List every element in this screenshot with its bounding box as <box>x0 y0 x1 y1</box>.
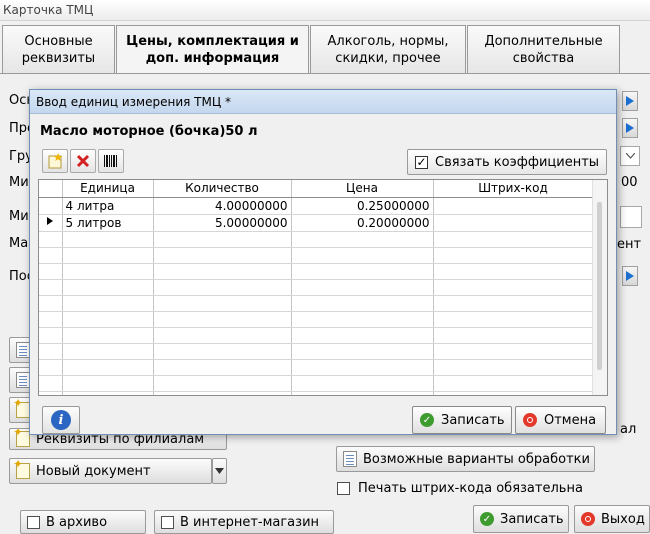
new-document-icon <box>13 457 30 479</box>
table-icon <box>343 451 357 467</box>
processing-variants-label: Возможные варианты обработки <box>363 451 590 467</box>
tab-main-requisites[interactable]: Основные реквизиты <box>2 25 115 73</box>
bg-label-fragment: Ми <box>9 175 29 190</box>
info-icon: i <box>51 410 71 430</box>
checkbox-checked[interactable]: ✓ <box>415 155 428 169</box>
table-header-row: Единица Количество Цена Штрих-код <box>39 180 594 198</box>
current-row-marker <box>39 214 63 232</box>
table-row[interactable]: 5 литров 5.00000000 0.20000000 <box>39 214 594 232</box>
row-marker <box>39 197 63 215</box>
edit-icon <box>13 396 30 418</box>
bg-label-fragment: ал <box>620 422 637 437</box>
dropdown-button[interactable] <box>620 146 640 166</box>
barcode-required-label: Печать штрих-кода обязательна <box>358 481 583 496</box>
checkbox-box[interactable] <box>337 482 350 495</box>
cell-price[interactable]: 0.25000000 <box>291 197 434 215</box>
cancel-label: Отмена <box>544 412 597 428</box>
window-title: Карточка ТМЦ <box>0 0 650 21</box>
exit-button[interactable]: Выход <box>574 505 650 533</box>
cell-barcode[interactable] <box>433 197 594 215</box>
online-store-checkbox[interactable] <box>161 515 174 529</box>
empty-row <box>39 247 594 264</box>
bg-input-fragment[interactable] <box>620 206 642 228</box>
new-document-label: Новый документ <box>36 463 151 479</box>
cell-barcode[interactable] <box>433 214 594 232</box>
units-table[interactable]: Единица Количество Цена Штрих-код 4 литр… <box>38 179 608 396</box>
column-header-unit[interactable]: Единица <box>62 180 154 198</box>
info-button[interactable]: i <box>42 406 80 434</box>
row-marker-header <box>39 180 63 198</box>
barcode-required-checkbox[interactable]: Печать штрих-кода обязательна <box>337 481 583 496</box>
empty-row <box>39 263 594 280</box>
tab-prices-assembly[interactable]: Цены, комплектация и доп. информация <box>116 25 309 73</box>
exit-label: Выход <box>601 511 645 527</box>
cancel-icon <box>523 413 537 427</box>
barcode-button[interactable] <box>98 149 124 173</box>
online-store-label: В интернет-магазин <box>180 514 320 530</box>
cell-price[interactable]: 0.20000000 <box>291 214 434 232</box>
column-header-barcode[interactable]: Штрих-код <box>433 180 594 198</box>
delete-row-button[interactable] <box>70 149 96 173</box>
archive-label: В архиво <box>46 514 108 530</box>
vertical-scrollbar[interactable] <box>592 180 607 395</box>
column-header-price[interactable]: Цена <box>291 180 434 198</box>
empty-row <box>39 375 594 392</box>
list-icon <box>16 342 30 358</box>
bg-label-fragment: ент <box>617 237 642 252</box>
save-label: Записать <box>441 412 505 428</box>
bg-value-fragment: 00 <box>621 175 638 190</box>
bg-label-fragment: Ми <box>9 209 29 224</box>
tab-additional-properties[interactable]: Дополнительные свойства <box>467 25 620 73</box>
empty-row <box>39 231 594 248</box>
cell-unit[interactable]: 5 литров <box>62 214 154 232</box>
table-row[interactable]: 4 литра 4.00000000 0.25000000 <box>39 197 594 215</box>
bg-save-label: Записать <box>500 511 564 527</box>
new-document-dropdown[interactable] <box>212 458 227 484</box>
current-row-icon <box>47 217 54 225</box>
units-dialog: Ввод единиц измерения ТМЦ * Масло моторн… <box>29 89 617 435</box>
delete-icon <box>76 154 90 168</box>
tab-alcohol-norms[interactable]: Алкоголь, нормы, скидки, прочее <box>310 25 466 73</box>
scrollbar-thumb[interactable] <box>597 202 602 370</box>
empty-row <box>39 359 594 376</box>
empty-row <box>39 343 594 360</box>
archive-checkbox[interactable] <box>27 515 40 529</box>
add-row-button[interactable] <box>42 149 68 173</box>
new-document-button[interactable]: Новый документ <box>9 457 212 484</box>
product-name: Масло моторное (бочка)50 л <box>40 124 258 139</box>
chevron-right-icon <box>626 271 634 281</box>
save-button[interactable]: ✓ Записать <box>412 406 512 434</box>
archive-button[interactable]: В архиво <box>20 510 146 534</box>
link-coefficients-label: Связать коэффициенты <box>435 154 600 170</box>
bg-save-button[interactable]: ✓ Записать <box>473 505 569 533</box>
caret-down-icon <box>215 468 224 474</box>
bg-label-fragment: Ма <box>9 236 29 251</box>
cell-quantity[interactable]: 5.00000000 <box>153 214 292 232</box>
ok-icon: ✓ <box>420 413 434 427</box>
chevron-right-icon <box>626 123 634 133</box>
empty-row <box>39 327 594 344</box>
online-store-button[interactable]: В интернет-магазин <box>154 510 334 534</box>
chevron-right-icon <box>626 96 634 106</box>
chevron-down-icon <box>625 153 635 159</box>
tab-divider <box>0 73 650 74</box>
processing-variants-button[interactable]: Возможные варианты обработки <box>336 446 595 472</box>
empty-row <box>39 279 594 296</box>
grid-icon <box>16 372 30 388</box>
cancel-button[interactable]: Отмена <box>515 406 606 434</box>
new-row-icon <box>48 153 63 169</box>
cell-quantity[interactable]: 4.00000000 <box>153 197 292 215</box>
empty-row <box>39 311 594 328</box>
empty-row <box>39 391 594 395</box>
nav-arrow-button[interactable] <box>622 118 638 138</box>
group-icon <box>13 429 30 447</box>
empty-row <box>39 295 594 312</box>
link-coefficients-checkbox[interactable]: ✓ Связать коэффициенты <box>407 149 607 175</box>
dialog-title: Ввод единиц измерения ТМЦ * <box>30 90 616 114</box>
nav-arrow-button[interactable] <box>622 266 638 286</box>
barcode-icon <box>104 155 117 167</box>
column-header-quantity[interactable]: Количество <box>153 180 292 198</box>
cell-unit[interactable]: 4 литра <box>62 197 154 215</box>
nav-arrow-button[interactable] <box>622 91 638 111</box>
